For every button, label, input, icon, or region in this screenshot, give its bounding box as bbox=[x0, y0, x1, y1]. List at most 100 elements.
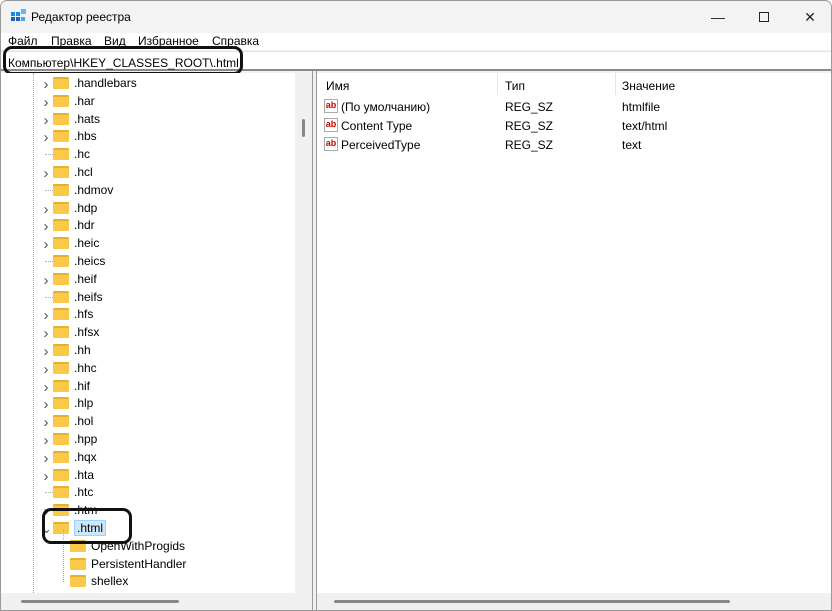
tree-child-item[interactable]: PersistentHandler bbox=[70, 555, 186, 573]
tree-horizontal-scrollbar[interactable] bbox=[1, 593, 312, 610]
tree-item-label: .hol bbox=[74, 414, 94, 429]
folder-icon bbox=[53, 272, 69, 285]
expand-chevron-icon[interactable]: › bbox=[41, 165, 51, 182]
folder-icon bbox=[70, 575, 86, 588]
expand-chevron-icon[interactable]: › bbox=[41, 468, 51, 485]
minimize-button[interactable]: — bbox=[695, 1, 741, 33]
expand-chevron-icon[interactable]: › bbox=[41, 129, 51, 146]
tree-item[interactable]: .hif bbox=[53, 377, 90, 395]
folder-icon bbox=[53, 112, 69, 125]
tree-item[interactable]: .hol bbox=[53, 412, 93, 430]
expand-chevron-icon[interactable]: › bbox=[41, 396, 51, 413]
value-data: text bbox=[622, 138, 642, 152]
expand-chevron-icon[interactable]: › bbox=[41, 94, 51, 111]
folder-icon bbox=[53, 290, 69, 303]
value-type: REG_SZ bbox=[505, 100, 554, 114]
folder-icon bbox=[53, 486, 69, 499]
tree-item[interactable]: .hcl bbox=[53, 163, 93, 181]
tree-item[interactable]: .handlebars bbox=[53, 74, 137, 92]
expand-chevron-icon[interactable]: › bbox=[41, 325, 51, 342]
tree-connector bbox=[45, 492, 53, 494]
expand-chevron-icon[interactable]: › bbox=[41, 236, 51, 253]
folder-icon bbox=[53, 166, 69, 178]
values-horizontal-scrollbar[interactable] bbox=[317, 593, 831, 610]
tree-item-label: .hats bbox=[74, 111, 101, 126]
tree-item[interactable]: .heics bbox=[53, 252, 105, 270]
expand-chevron-icon[interactable]: › bbox=[41, 218, 51, 235]
folder-icon bbox=[53, 94, 69, 107]
tree-item[interactable]: .hqx bbox=[53, 448, 97, 466]
expand-chevron-icon[interactable]: › bbox=[41, 379, 51, 396]
tree-item[interactable]: .hh bbox=[53, 341, 91, 359]
tree-item-label: .hdr bbox=[74, 218, 95, 233]
folder-icon bbox=[53, 344, 69, 356]
tree-item[interactable]: .hfs bbox=[53, 305, 93, 323]
scroll-thumb[interactable] bbox=[302, 119, 305, 137]
tree-item[interactable]: .hc bbox=[53, 145, 90, 163]
expand-chevron-icon[interactable]: › bbox=[41, 361, 51, 378]
registry-editor-icon bbox=[11, 9, 26, 21]
folder-icon bbox=[53, 415, 69, 428]
tree-connector bbox=[45, 189, 53, 191]
folder-icon bbox=[53, 130, 69, 143]
tree-item-label: .hta bbox=[74, 467, 95, 482]
tree-item[interactable]: .heic bbox=[53, 234, 99, 252]
tree-item[interactable]: .hpp bbox=[53, 430, 97, 448]
value-data: htmlfile bbox=[622, 100, 661, 114]
registry-editor-window: Редактор реестра — ✕ Файл Правка Вид Изб… bbox=[0, 0, 832, 611]
expand-chevron-icon[interactable]: › bbox=[41, 307, 51, 324]
tree-item[interactable]: .hfsx bbox=[53, 323, 99, 341]
tree-item[interactable]: .hta bbox=[53, 466, 94, 484]
tree-item[interactable]: .hhc bbox=[53, 359, 97, 377]
tree-item[interactable]: .hbs bbox=[53, 127, 97, 145]
maximize-button[interactable] bbox=[741, 1, 787, 33]
tree-item[interactable]: .har bbox=[53, 92, 95, 110]
close-button[interactable]: ✕ bbox=[787, 1, 831, 33]
folder-icon bbox=[53, 397, 69, 410]
value-row[interactable]: ab (По умолчанию) REG_SZ htmlfile bbox=[317, 98, 831, 116]
tree-item-label: PersistentHandler bbox=[91, 556, 187, 571]
value-row[interactable]: ab Content Type REG_SZ text/html bbox=[317, 117, 831, 135]
tree-item[interactable]: .hdmov bbox=[53, 181, 113, 199]
tree-item-label: .hqx bbox=[74, 449, 97, 464]
value-row[interactable]: ab PerceivedType REG_SZ text bbox=[317, 136, 831, 154]
tree-item-label: .hc bbox=[74, 147, 91, 162]
tree-item-label: .hh bbox=[74, 343, 91, 357]
expand-chevron-icon[interactable]: › bbox=[41, 414, 51, 431]
tree-item[interactable]: .heif bbox=[53, 270, 97, 288]
expand-chevron-icon[interactable]: › bbox=[41, 272, 51, 289]
tree-item-label: .hlp bbox=[74, 396, 94, 411]
folder-icon bbox=[53, 433, 69, 445]
column-value[interactable]: Значение bbox=[622, 79, 675, 93]
tree-item-label: .hfs bbox=[74, 307, 94, 322]
folder-icon bbox=[53, 219, 69, 232]
expand-chevron-icon[interactable]: › bbox=[41, 76, 51, 93]
expand-chevron-icon[interactable]: › bbox=[41, 343, 51, 360]
column-type[interactable]: Тип bbox=[505, 79, 525, 93]
expand-chevron-icon[interactable]: › bbox=[41, 450, 51, 467]
tree-item[interactable]: .hlp bbox=[53, 394, 93, 412]
tree-item[interactable]: .hdr bbox=[53, 216, 95, 234]
tree-item[interactable]: .heifs bbox=[53, 288, 103, 306]
expand-chevron-icon[interactable]: › bbox=[41, 112, 51, 129]
scroll-thumb[interactable] bbox=[334, 600, 730, 603]
scroll-thumb[interactable] bbox=[21, 600, 179, 603]
column-name[interactable]: Имя bbox=[326, 79, 349, 93]
column-divider[interactable] bbox=[615, 73, 616, 95]
tree-vertical-scrollbar[interactable] bbox=[295, 73, 312, 593]
tree-item[interactable]: .hdp bbox=[53, 199, 97, 217]
string-value-icon: ab bbox=[324, 137, 338, 151]
value-name: (По умолчанию) bbox=[341, 100, 431, 114]
expand-chevron-icon[interactable]: › bbox=[41, 432, 51, 449]
values-pane: Имя Тип Значение ab (По умолчанию) REG_SZ h… bbox=[317, 73, 831, 593]
column-divider[interactable] bbox=[497, 73, 498, 95]
value-type: REG_SZ bbox=[505, 119, 554, 133]
tree-item[interactable]: .htc bbox=[53, 483, 93, 501]
window-title: Редактор реестра bbox=[31, 10, 131, 24]
expand-chevron-icon[interactable]: › bbox=[41, 201, 51, 218]
tree-item[interactable]: .hats bbox=[53, 110, 100, 128]
tree-child-item[interactable]: shellex bbox=[70, 572, 128, 590]
tree-item-label: .hdmov bbox=[74, 182, 114, 197]
tree-item-label: .heifs bbox=[74, 289, 103, 304]
tree-item-label: .heics bbox=[74, 254, 106, 268]
